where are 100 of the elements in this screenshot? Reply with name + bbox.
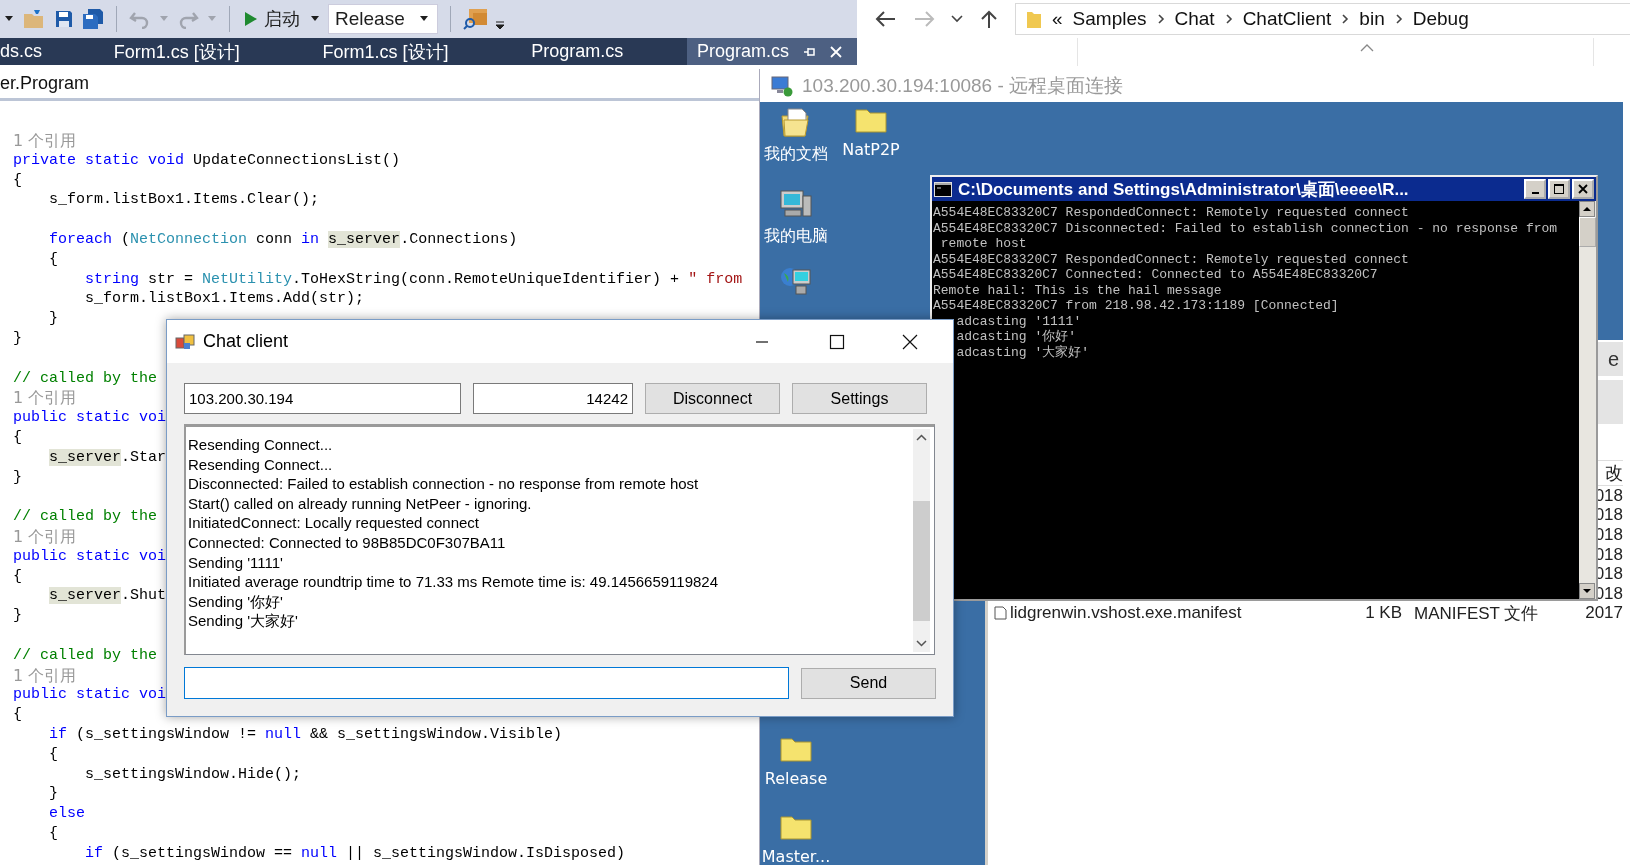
- disconnect-button[interactable]: Disconnect: [645, 383, 780, 414]
- code-line: s_settingsWindow.Hide();: [84, 765, 302, 783]
- code-line: }: [13, 607, 22, 625]
- log-line: Connected: Connected to 98B85DC0F307BA11: [188, 532, 507, 553]
- scroll-down-icon[interactable]: [1579, 583, 1595, 599]
- port-field[interactable]: 14242: [473, 383, 633, 414]
- code-line: if (s_settingsWindow == null || s_settingsWindow.IsDisposed): [84, 844, 626, 862]
- log-line: Disconnected: Failed to establish connection - no response from remote host: [188, 474, 700, 494]
- chevron-icon[interactable]: [1224, 13, 1233, 25]
- scrollbar-thumb[interactable]: [913, 501, 930, 621]
- save-all-icon[interactable]: [82, 8, 104, 30]
- back-icon[interactable]: [875, 10, 897, 28]
- pin-icon[interactable]: [803, 45, 815, 58]
- log-line: Initiated average roundtrip time to 71.33 ms Remote time is: 49.1456659119824: [188, 572, 720, 592]
- scrollbar[interactable]: [1579, 201, 1596, 599]
- breadcrumb-item[interactable]: bin: [1359, 8, 1385, 30]
- close-button[interactable]: [1572, 179, 1594, 199]
- code-line: if (s_settingsWindow != null && s_settingsWindow.Visible): [48, 725, 563, 743]
- network-computer-icon[interactable]: [779, 265, 813, 297]
- code-line: }: [48, 310, 58, 328]
- remote-desktop-icon: [770, 74, 794, 97]
- address-bar[interactable]: « Samples Chat ChatClient bin Debug: [1015, 3, 1630, 35]
- desktop-icon-label[interactable]: NatP2P: [842, 140, 900, 159]
- configuration-dropdown[interactable]: Release: [328, 4, 438, 34]
- chevron-icon[interactable]: [1394, 13, 1403, 25]
- sort-icon: [1360, 44, 1374, 52]
- log-line: Sending '1111': [188, 552, 284, 573]
- column-header[interactable]: 改: [1605, 461, 1623, 485]
- log-line: Resending Connect...: [188, 435, 334, 455]
- code-line: }: [13, 468, 22, 486]
- scrollbar-thumb[interactable]: [1579, 217, 1596, 247]
- computer-icon[interactable]: [779, 188, 813, 220]
- log-line: Sending '大家好': [188, 611, 299, 631]
- code-line: // called by the: [13, 369, 158, 387]
- message-log[interactable]: [184, 424, 935, 655]
- desktop-icon-label[interactable]: Master...: [761, 847, 831, 865]
- console-line: A554E48EC83320C7 Disconnected: Failed to establish connection - no response from: [933, 220, 1559, 236]
- code-line: private static void UpdateConnectionsList(): [13, 151, 401, 169]
- host-field[interactable]: 103.200.30.194: [184, 383, 461, 414]
- up-icon[interactable]: [979, 9, 999, 29]
- code-line: }: [13, 329, 22, 347]
- breadcrumb-item[interactable]: Samples: [1072, 8, 1147, 30]
- scroll-up-icon[interactable]: [1579, 201, 1595, 217]
- file-icon: [994, 606, 1007, 621]
- settings-button[interactable]: Settings: [792, 383, 927, 414]
- file-type: MANIFEST 文件: [1414, 603, 1539, 623]
- close-icon[interactable]: [829, 44, 843, 59]
- scrollbar[interactable]: [913, 429, 930, 652]
- message-field[interactable]: [184, 667, 789, 699]
- file-name[interactable]: lidgrenwin.vshost.exe.manifest: [1010, 603, 1242, 624]
- folder-icon[interactable]: [854, 106, 888, 134]
- ribbon-text: e: [1607, 347, 1619, 371]
- code-line: s_server.Star: [48, 448, 167, 466]
- caret-icon[interactable]: [951, 15, 963, 23]
- code-line: }: [48, 785, 58, 803]
- desktop-icon-label[interactable]: 我的文档: [764, 144, 828, 165]
- file-tab[interactable]: Form1.cs [设计]: [103, 38, 313, 65]
- console-line: A554E48EC83320C7 RespondedConnect: Remotely requested connect: [933, 251, 1410, 267]
- maximize-button[interactable]: [1548, 179, 1570, 199]
- code-line: {: [48, 745, 58, 763]
- file-tab[interactable]: ds.cs: [0, 38, 104, 65]
- folder-icon[interactable]: [779, 735, 813, 763]
- overflow-chevron[interactable]: «: [1052, 8, 1063, 30]
- folder-icon[interactable]: [779, 813, 813, 841]
- play-icon: [244, 11, 258, 27]
- desktop-icon-label[interactable]: Release: [764, 769, 828, 788]
- file-tab[interactable]: Program.cs: [521, 38, 687, 65]
- start-button[interactable]: 启动: [242, 7, 302, 31]
- chevron-icon[interactable]: [1341, 13, 1350, 25]
- breadcrumb-item[interactable]: Debug: [1412, 8, 1469, 30]
- chevron-icon[interactable]: [1156, 13, 1165, 25]
- save-icon[interactable]: [54, 9, 74, 29]
- code-line: {: [48, 824, 58, 842]
- open-folder-icon[interactable]: [22, 8, 46, 30]
- window-title: C:\Documents and Settings\Administrator\桌面\eeee\R...: [958, 178, 1410, 201]
- code-line: {: [13, 428, 22, 446]
- send-button[interactable]: Send: [801, 667, 936, 699]
- window-title: Chat client: [203, 331, 289, 352]
- code-line: // called by the: [13, 508, 158, 526]
- code-line: public static voi: [13, 547, 167, 565]
- minimize-button[interactable]: [1524, 179, 1546, 199]
- member-dropdown[interactable]: er.Program: [0, 73, 90, 94]
- code-line: {: [13, 567, 22, 585]
- file-tab[interactable]: Program.cs: [686, 38, 857, 65]
- code-line: public static voi: [13, 409, 167, 427]
- folder-icon: [1026, 9, 1042, 29]
- caret-icon[interactable]: [310, 15, 320, 23]
- breadcrumb-item[interactable]: Chat: [1174, 8, 1215, 30]
- breadcrumb-item[interactable]: ChatClient: [1242, 8, 1332, 30]
- desktop-icon-label[interactable]: 我的电脑: [764, 226, 828, 247]
- code-line: s_form.listBox1.Items.Clear();: [48, 191, 320, 209]
- caret-icon[interactable]: [4, 15, 14, 23]
- code-line: {: [48, 250, 58, 268]
- caret-icon: [418, 15, 429, 23]
- find-in-files-icon[interactable]: [462, 7, 489, 31]
- code-line: // called by the: [13, 646, 158, 664]
- overflow-icon[interactable]: [494, 20, 505, 30]
- code-line: {: [13, 171, 22, 189]
- file-tab[interactable]: Form1.cs [设计]: [312, 38, 522, 65]
- console-line: adcasting '1111': [955, 313, 1083, 329]
